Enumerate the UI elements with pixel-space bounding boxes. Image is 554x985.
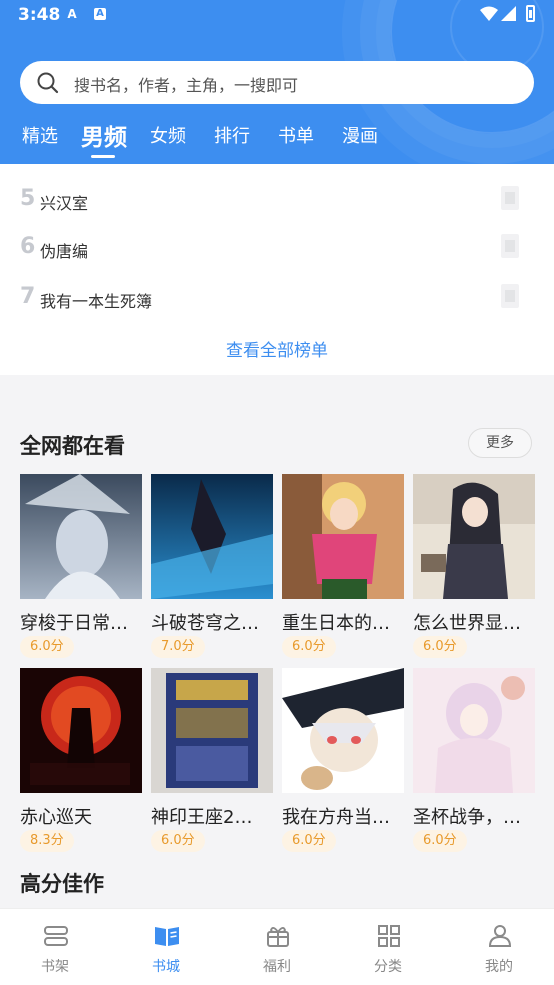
score-badge: 6.0分 [413, 636, 467, 658]
status-bar: 3:48 A A [0, 0, 554, 32]
book-cover [20, 668, 142, 793]
nav-bookshelf[interactable]: 书架 [0, 909, 110, 985]
score-badge: 6.0分 [282, 830, 336, 852]
book-thumbnail [501, 284, 519, 308]
book-cover [151, 474, 273, 599]
wifi-icon [480, 6, 498, 21]
book-title: 怎么世界显… [413, 613, 521, 634]
book-title: 赤心巡天 [20, 807, 92, 828]
book-thumbnail [501, 234, 519, 258]
rank-title: 伪唐编 [40, 242, 89, 261]
book-title: 穿梭于日常… [20, 613, 128, 634]
section-title-high-score: 高分佳作 [20, 872, 104, 896]
book-cover [413, 474, 535, 599]
ranking-row[interactable]: 5 兴汉室 [0, 180, 554, 220]
search-placeholder: 搜书名，作者，主角，一搜即可 [74, 76, 299, 95]
ranking-row[interactable]: 6 伪唐编 [0, 228, 554, 268]
view-all-rankings-link[interactable]: 查看全部榜单 [0, 336, 554, 361]
user-icon [488, 925, 512, 947]
bottom-navigation: 书架 书城 福利 分类 我的 [0, 908, 554, 985]
rank-title: 我有一本生死簿 [40, 292, 153, 311]
score-badge: 8.3分 [20, 830, 74, 852]
book-cover [151, 668, 273, 793]
nav-label: 我的 [485, 959, 513, 975]
tab-comics[interactable]: 漫画 [342, 122, 378, 148]
search-bar[interactable]: 搜书名，作者，主角，一搜即可 [20, 61, 534, 104]
book-title: 圣杯战争，… [413, 807, 521, 828]
nav-category[interactable]: 分类 [333, 909, 443, 985]
score-badge: 6.0分 [413, 830, 467, 852]
nav-label: 福利 [263, 959, 291, 975]
book-title: 我在方舟当… [282, 807, 390, 828]
battery-icon [526, 5, 535, 22]
nav-profile[interactable]: 我的 [444, 909, 554, 985]
bookshelf-icon [44, 926, 68, 946]
signal-icon [501, 6, 516, 21]
tab-featured[interactable]: 精选 [22, 122, 58, 148]
book-cover [282, 474, 404, 599]
rank-number: 6 [20, 234, 36, 259]
book-cover [413, 668, 535, 793]
tab-booklist[interactable]: 书单 [278, 122, 314, 148]
nav-label: 书城 [152, 959, 180, 975]
book-title: 重生日本的… [282, 613, 390, 634]
active-tab-indicator [91, 155, 115, 158]
score-badge: 6.0分 [151, 830, 205, 852]
score-badge: 6.0分 [20, 636, 74, 658]
grid-icon [378, 925, 400, 947]
rank-number: 7 [20, 284, 36, 309]
ranking-card: 5 兴汉室 6 伪唐编 7 我有一本生死簿 查看全部榜单 [0, 164, 554, 375]
book-title: 神印王座2… [151, 807, 253, 828]
book-title: 斗破苍穹之… [151, 613, 259, 634]
notification-icon: A [67, 7, 77, 21]
rank-number: 5 [20, 186, 36, 211]
book-thumbnail [501, 186, 519, 210]
category-tabs: 精选 男频 女频 排行 书单 漫画 [0, 118, 554, 162]
score-badge: 7.0分 [151, 636, 205, 658]
gift-icon [267, 927, 289, 947]
rank-title: 兴汉室 [40, 194, 89, 213]
book-cover [282, 668, 404, 793]
nav-bookstore[interactable]: 书城 [111, 909, 221, 985]
book-open-icon [155, 927, 179, 946]
tab-ranking[interactable]: 排行 [214, 122, 250, 148]
nav-label: 分类 [374, 959, 402, 975]
more-button[interactable]: 更多 [468, 428, 532, 458]
tab-female[interactable]: 女频 [150, 122, 186, 148]
search-icon [37, 72, 59, 94]
nav-welfare[interactable]: 福利 [222, 909, 332, 985]
section-title-popular: 全网都在看 [20, 434, 125, 458]
header: 3:48 A A 搜书名，作者，主角，一搜即可 精选 男频 女频 排行 书单 漫… [0, 0, 554, 164]
tab-male[interactable]: 男频 [81, 118, 127, 152]
ranking-row[interactable]: 7 我有一本生死簿 [0, 278, 554, 318]
status-time: 3:48 [18, 5, 61, 25]
nav-label: 书架 [41, 959, 69, 975]
notification-badge-icon: A [94, 8, 106, 20]
score-badge: 6.0分 [282, 636, 336, 658]
book-cover [20, 474, 142, 599]
